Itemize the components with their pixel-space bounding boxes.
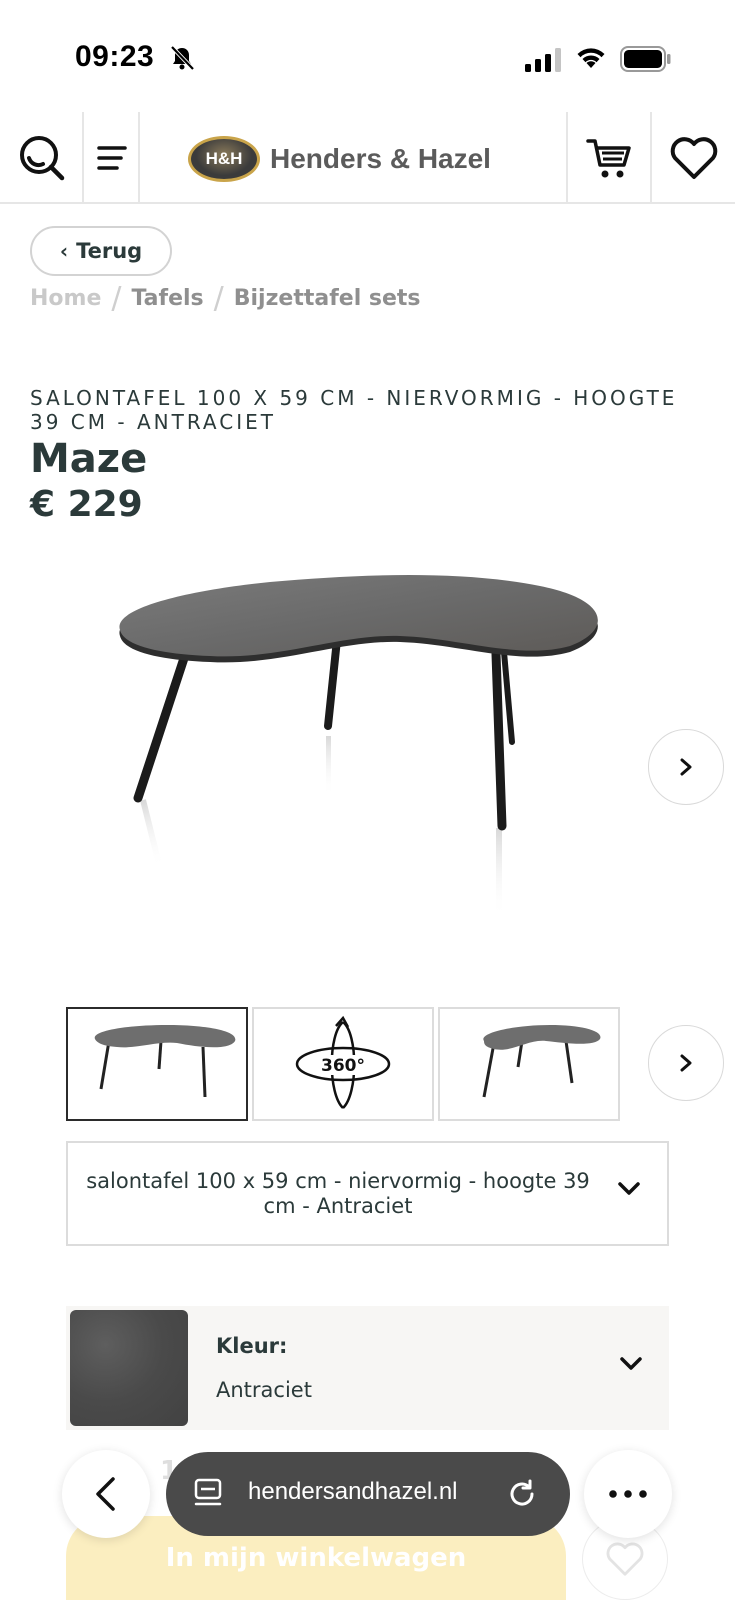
cart-button[interactable] — [568, 112, 650, 204]
color-label: Kleur: — [216, 1334, 288, 1358]
color-value: Antraciet — [216, 1378, 312, 1402]
signal-icon — [525, 48, 561, 72]
heart-icon — [670, 137, 717, 179]
chevron-right-icon — [680, 758, 692, 776]
color-swatch — [70, 1310, 188, 1426]
search-icon — [20, 136, 65, 181]
site-header: H&H Henders & Hazel — [0, 112, 735, 204]
search-button[interactable] — [0, 112, 84, 204]
reload-icon[interactable] — [506, 1478, 538, 1510]
variant-selected-value: salontafel 100 x 59 cm - niervormig - ho… — [86, 1168, 590, 1218]
url-text: hendersandhazel.nl — [248, 1478, 458, 1505]
chevron-right-icon — [680, 1054, 692, 1072]
battery-icon — [620, 46, 671, 72]
breadcrumb-bijzettafel-sets[interactable]: Bijzettafel sets — [234, 286, 421, 311]
reader-icon — [194, 1478, 222, 1506]
logo-text: Henders & Hazel — [270, 143, 491, 174]
product-price: € 229 — [30, 484, 143, 525]
brand-logo[interactable]: H&H Henders & Hazel — [188, 134, 491, 184]
menu-button[interactable] — [84, 112, 140, 204]
bell-muted-icon — [170, 45, 195, 71]
thumbnail-1[interactable] — [66, 1007, 248, 1121]
heart-icon — [606, 1542, 644, 1576]
browser-back-button[interactable] — [62, 1450, 150, 1538]
label-360: 360° — [321, 1056, 365, 1076]
chevron-left-icon: ‹ — [59, 239, 69, 263]
gallery-next-button[interactable] — [648, 729, 724, 805]
status-bar: 09:23 — [0, 0, 735, 112]
product-image[interactable] — [100, 560, 640, 940]
back-button-label: Terug — [76, 239, 143, 263]
thumbnail-table-image — [482, 1025, 601, 1098]
breadcrumb-tafels[interactable]: Tafels — [131, 286, 203, 311]
variant-select[interactable]: salontafel 100 x 59 cm - niervormig - ho… — [66, 1141, 669, 1246]
breadcrumb: Home / Tafels / Bijzettafel sets — [30, 280, 421, 316]
color-select[interactable]: Kleur: Antraciet — [66, 1306, 669, 1430]
menu-icon — [97, 146, 127, 170]
thumbnail-360[interactable]: 360° — [252, 1007, 434, 1121]
more-icon — [609, 1490, 647, 1498]
wishlist-button[interactable] — [652, 112, 735, 204]
thumbnail-next-button[interactable] — [648, 1025, 724, 1101]
thumbnail-3[interactable] — [438, 1007, 620, 1121]
chevron-down-icon — [620, 1357, 642, 1370]
product-name: Maze — [30, 436, 148, 482]
status-time: 09:23 — [75, 40, 155, 73]
thumbnail-table-image — [94, 1025, 236, 1098]
wifi-icon — [577, 48, 605, 68]
chevron-left-icon — [96, 1477, 115, 1511]
cart-icon — [586, 139, 631, 178]
chevron-down-icon — [618, 1182, 640, 1195]
address-bar[interactable]: hendersandhazel.nl — [166, 1452, 570, 1536]
product-subtitle: SALONTAFEL 100 X 59 CM - NIERVORMIG - HO… — [30, 386, 678, 434]
more-options-button[interactable] — [584, 1450, 672, 1538]
logo-badge: H&H — [188, 136, 260, 182]
rotate-360-icon: 360° — [295, 1015, 391, 1109]
back-button[interactable]: ‹ Terug — [30, 226, 172, 276]
breadcrumb-home[interactable]: Home — [30, 286, 101, 311]
